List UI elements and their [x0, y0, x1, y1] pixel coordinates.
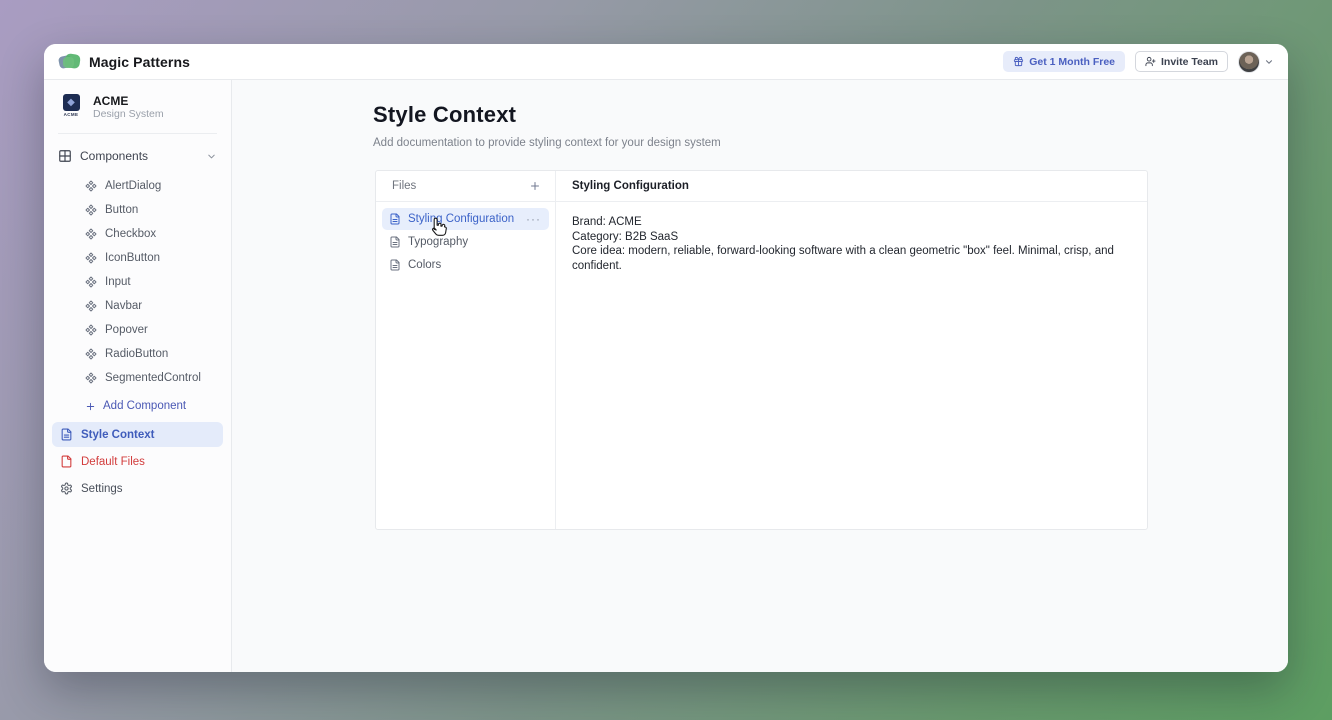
- account-menu[interactable]: [1238, 51, 1274, 73]
- brand-logo[interactable]: Magic Patterns: [58, 51, 190, 73]
- component-item-label: Navbar: [105, 300, 142, 312]
- file-item-typography[interactable]: Typography: [382, 231, 549, 253]
- sidebar-item-style-context[interactable]: Style Context: [52, 422, 223, 447]
- doc-line-brand: Brand: ACME: [572, 215, 1131, 230]
- component-item-label: Checkbox: [105, 228, 156, 240]
- components-section-toggle[interactable]: Components: [44, 144, 231, 168]
- invite-button-label: Invite Team: [1161, 56, 1218, 68]
- file-text-icon: [389, 259, 401, 271]
- sidebar-component-item[interactable]: IconButton: [44, 246, 231, 270]
- chevron-down-icon: [1264, 57, 1274, 67]
- sidebar-component-item[interactable]: AlertDialog: [44, 174, 231, 198]
- component-icon: [85, 348, 97, 360]
- user-plus-icon: [1145, 56, 1156, 67]
- component-icon: [85, 300, 97, 312]
- settings-label: Settings: [81, 483, 123, 495]
- sidebar-component-item[interactable]: Navbar: [44, 294, 231, 318]
- main-content: Style Context Add documentation to provi…: [232, 80, 1288, 672]
- page-title: Style Context: [373, 102, 516, 128]
- component-icon: [85, 324, 97, 336]
- invite-team-button[interactable]: Invite Team: [1135, 51, 1228, 72]
- magic-patterns-logo-icon: [58, 51, 82, 73]
- promo-button-label: Get 1 Month Free: [1029, 56, 1115, 68]
- sidebar-component-item[interactable]: Button: [44, 198, 231, 222]
- sidebar-component-item[interactable]: Checkbox: [44, 222, 231, 246]
- file-text-icon: [389, 213, 401, 225]
- doc-line-core-idea: Core idea: modern, reliable, forward-loo…: [572, 244, 1131, 273]
- sidebar-component-item[interactable]: SegmentedControl: [44, 366, 231, 390]
- component-item-label: Button: [105, 204, 138, 216]
- brand-name: Magic Patterns: [89, 54, 190, 70]
- style-context-label: Style Context: [81, 429, 155, 441]
- files-header-label: Files: [392, 180, 416, 192]
- file-item-colors[interactable]: Colors: [382, 254, 549, 276]
- components-section-label: Components: [80, 149, 198, 163]
- workspace-switcher[interactable]: ◆ ACME ACME Design System: [44, 88, 231, 129]
- component-icon: [85, 276, 97, 288]
- doc-line-category: Category: B2B SaaS: [572, 230, 1131, 245]
- add-component-button[interactable]: Add Component: [44, 392, 231, 420]
- file-text-icon: [389, 236, 401, 248]
- sidebar-item-default-files[interactable]: Default Files: [52, 449, 223, 474]
- components-list: AlertDialog Button Checkbox: [44, 168, 231, 392]
- component-item-label: IconButton: [105, 252, 160, 264]
- files-list: Styling Configuration ··· Typography C: [376, 202, 556, 529]
- component-icon: [85, 204, 97, 216]
- get-month-free-button[interactable]: Get 1 Month Free: [1003, 51, 1125, 72]
- component-icon: [85, 372, 97, 384]
- panel-header: Files Styling Configuration: [376, 171, 1147, 202]
- file-icon: [60, 455, 73, 468]
- file-item-styling-configuration[interactable]: Styling Configuration ···: [382, 208, 549, 230]
- gift-icon: [1013, 56, 1024, 67]
- page-subtitle: Add documentation to provide styling con…: [373, 137, 721, 149]
- sidebar-divider: [58, 133, 217, 134]
- gear-icon: [60, 482, 73, 495]
- workspace-name: ACME: [93, 94, 164, 108]
- component-item-label: RadioButton: [105, 348, 168, 360]
- top-header-bar: Magic Patterns Get 1 Month Free Invite T…: [44, 44, 1288, 80]
- acme-logo-icon: ◆ ACME: [58, 94, 84, 117]
- default-files-label: Default Files: [81, 456, 145, 468]
- sidebar-component-item[interactable]: RadioButton: [44, 342, 231, 366]
- file-item-label: Typography: [408, 236, 542, 248]
- add-component-label: Add Component: [103, 400, 186, 412]
- style-context-panel: Files Styling Configuration Styling Conf…: [375, 170, 1148, 530]
- component-icon: [85, 252, 97, 264]
- app-window: Magic Patterns Get 1 Month Free Invite T…: [44, 44, 1288, 672]
- workspace-subtitle: Design System: [93, 108, 164, 121]
- plus-icon: [529, 180, 541, 192]
- component-icon: [85, 228, 97, 240]
- content-header-label: Styling Configuration: [572, 180, 689, 192]
- file-more-button[interactable]: ···: [525, 215, 542, 223]
- sidebar: ◆ ACME ACME Design System Components: [44, 80, 232, 672]
- chevron-down-icon: [206, 151, 217, 162]
- sidebar-component-item[interactable]: Input: [44, 270, 231, 294]
- sidebar-item-settings[interactable]: Settings: [52, 476, 223, 501]
- component-item-label: Input: [105, 276, 131, 288]
- file-content-view[interactable]: Brand: ACME Category: B2B SaaS Core idea…: [556, 202, 1147, 529]
- component-item-label: AlertDialog: [105, 180, 161, 192]
- component-item-label: Popover: [105, 324, 148, 336]
- file-item-label: Styling Configuration: [408, 213, 518, 225]
- component-icon: [85, 180, 97, 192]
- component-item-label: SegmentedControl: [105, 372, 201, 384]
- file-item-label: Colors: [408, 259, 542, 271]
- grid-icon: [58, 149, 72, 163]
- file-text-icon: [60, 428, 73, 441]
- plus-icon: [85, 401, 96, 412]
- add-file-button[interactable]: [527, 178, 543, 194]
- sidebar-component-item[interactable]: Popover: [44, 318, 231, 342]
- user-avatar: [1238, 51, 1260, 73]
